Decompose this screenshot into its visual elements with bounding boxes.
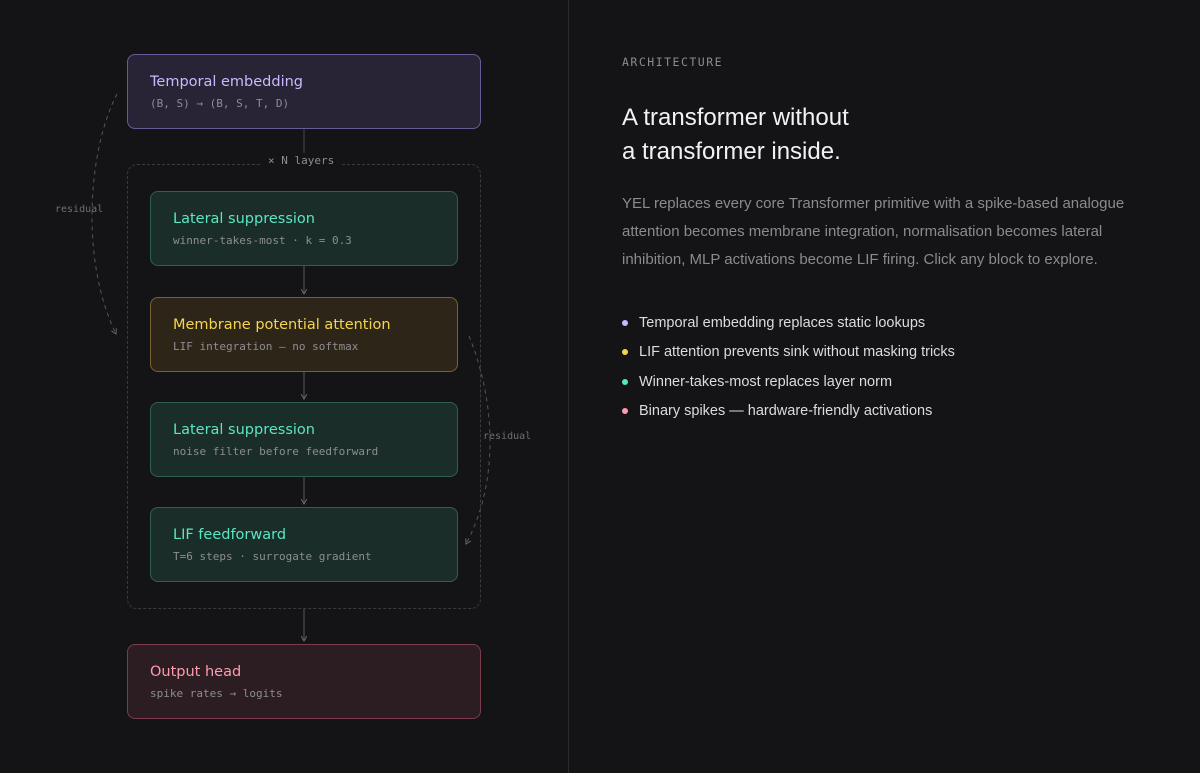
info-panel: ARCHITECTURE A transformer without a tra… bbox=[569, 0, 1200, 773]
block-title: Temporal embedding bbox=[150, 74, 304, 90]
feature-item: Winner-takes-most replaces layer norm bbox=[622, 367, 955, 397]
block-title: Output head bbox=[150, 664, 242, 680]
output-head-block[interactable]: Output head spike rates → logits bbox=[127, 644, 481, 719]
section-description: YEL replaces every core Transformer prim… bbox=[622, 195, 1125, 268]
bullet-dot-icon bbox=[622, 378, 628, 385]
block-title: Lateral suppression bbox=[173, 211, 315, 227]
lif-feedforward-block[interactable]: LIF feedforward T=6 steps · surrogate gr… bbox=[150, 507, 458, 582]
section-eyebrow: ARCHITECTURE bbox=[622, 55, 724, 69]
feature-text: LIF attention prevents sink without mask… bbox=[639, 344, 955, 361]
headline-line-1: A transformer without bbox=[622, 104, 849, 131]
headline-line-2: a transformer inside. bbox=[622, 138, 841, 165]
block-subtitle: (B, S) → (B, S, T, D) bbox=[150, 97, 290, 110]
block-subtitle: winner-takes-most · k = 0.3 bbox=[173, 234, 352, 247]
section-headline: A transformer without a transformer insi… bbox=[622, 101, 1042, 169]
bullet-dot-icon bbox=[622, 349, 628, 356]
membrane-attention-block[interactable]: Membrane potential attention LIF integra… bbox=[150, 297, 458, 372]
temporal-embedding-block[interactable]: Temporal embedding (B, S) → (B, S, T, D) bbox=[127, 54, 481, 129]
block-title: Lateral suppression bbox=[173, 422, 315, 438]
feature-item: Temporal embedding replaces static looku… bbox=[622, 308, 955, 338]
feature-text: Winner-takes-most replaces layer norm bbox=[639, 373, 893, 390]
block-subtitle: LIF integration — no softmax bbox=[173, 340, 359, 353]
lateral-suppression-block-1[interactable]: Lateral suppression winner-takes-most · … bbox=[150, 191, 458, 266]
block-subtitle: T=6 steps · surrogate gradient bbox=[173, 550, 372, 563]
residual-label-right: residual bbox=[483, 431, 532, 442]
feature-text: Temporal embedding replaces static looku… bbox=[639, 314, 926, 331]
block-subtitle: spike rates → logits bbox=[150, 687, 283, 700]
residual-label-left: residual bbox=[55, 204, 104, 215]
architecture-diagram: × N layers residual residual Temporal em… bbox=[0, 0, 568, 773]
feature-item: Binary spikes — hardware-friendly activa… bbox=[622, 397, 955, 427]
lateral-suppression-block-2[interactable]: Lateral suppression noise filter before … bbox=[150, 402, 458, 477]
block-title: Membrane potential attention bbox=[173, 317, 391, 333]
block-title: LIF feedforward bbox=[173, 527, 287, 543]
feature-item: LIF attention prevents sink without mask… bbox=[622, 338, 955, 368]
bullet-dot-icon bbox=[622, 319, 628, 326]
layers-label: × N layers bbox=[262, 153, 341, 169]
block-subtitle: noise filter before feedforward bbox=[173, 445, 379, 458]
feature-text: Binary spikes — hardware-friendly activa… bbox=[639, 403, 933, 420]
feature-list: Temporal embedding replaces static looku… bbox=[622, 308, 955, 426]
bullet-dot-icon bbox=[622, 408, 628, 415]
